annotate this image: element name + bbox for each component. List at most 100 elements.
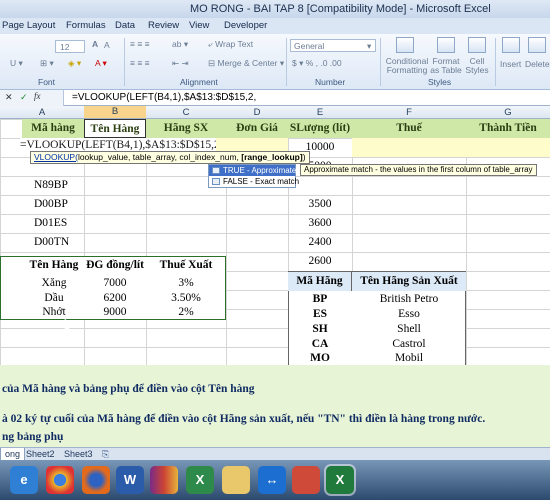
tooltip-function-name[interactable]: VLOOKUP( [34, 152, 78, 162]
cell-ma-hang[interactable]: N89BP [22, 176, 84, 195]
currency-icon[interactable]: $ ▾ % , .0 .00 [292, 58, 342, 69]
tab-formulas[interactable]: Formulas [66, 20, 106, 31]
orientation-icon[interactable]: ab ▾ [172, 39, 188, 50]
header-thue[interactable]: Thuế [352, 119, 466, 138]
autocomplete-item-false[interactable]: FALSE - Exact match [209, 176, 299, 187]
enter-icon[interactable]: ✓ [20, 92, 28, 103]
sheet-tab-sheet2[interactable]: Sheet2 [22, 448, 59, 460]
header-ten-hang[interactable]: Tên Hàng [84, 119, 146, 138]
instruction-line[interactable]: à 02 ký tự cuối của Mã hàng để điền vào … [2, 413, 485, 425]
ribbon-separator [380, 38, 381, 86]
folder-icon[interactable] [222, 466, 250, 494]
font-size-dropdown[interactable]: 12 [55, 40, 85, 53]
number-format-dropdown[interactable]: General ▾ [290, 39, 376, 52]
tab-data[interactable]: Data [115, 20, 135, 31]
tab-developer[interactable]: Developer [224, 20, 267, 31]
winrar-icon[interactable] [150, 466, 178, 494]
ribbon-separator [495, 38, 496, 86]
maker-header-ten-hang[interactable]: Tên Hãng Sản Xuất [352, 272, 466, 291]
instruction-line[interactable]: ng bảng phụ [2, 431, 63, 443]
sheet-tab-sheet3[interactable]: Sheet3 [60, 448, 97, 460]
column-header-f[interactable]: F [352, 107, 466, 118]
insert-button[interactable]: Insert [500, 59, 521, 69]
grow-font-icon[interactable]: A [92, 39, 98, 49]
lookup-cell[interactable]: 9000 [84, 303, 146, 322]
column-header-d[interactable]: D [226, 107, 288, 118]
firefox-icon[interactable] [82, 466, 110, 494]
wrap-text-button[interactable]: ⤶ Wrap Text [208, 39, 253, 50]
new-sheet-icon[interactable]: ⎘ [98, 448, 113, 460]
cell-so-luong[interactable]: 3600 [288, 214, 352, 233]
conditional-formatting-icon[interactable] [396, 37, 414, 53]
excel-alt-icon[interactable]: X [186, 466, 214, 494]
align-left-icon[interactable]: ≡ ≡ ≡ [130, 58, 150, 68]
cell-so-luong[interactable]: 2600 [288, 252, 352, 271]
app-icon[interactable] [292, 466, 320, 494]
indent-icon[interactable]: ⇤ ⇥ [172, 58, 189, 69]
header-so-luong[interactable]: SLượng (lít) [288, 119, 352, 138]
lookup-header-don-gia[interactable]: ĐG đồng/lít [84, 256, 146, 275]
lookup-header-thue-xuat[interactable]: Thuế Xuất [146, 256, 226, 275]
cell-thanh-tien[interactable] [466, 138, 550, 157]
instructions-area: của Mã hàng và bảng phụ để điền vào cột … [0, 365, 550, 447]
delete-cells-icon[interactable] [528, 37, 546, 53]
function-argument-tooltip: VLOOKUP(lookup_value, table_array, col_i… [30, 151, 310, 164]
cell-styles-icon[interactable] [468, 37, 486, 53]
cell-so-luong[interactable]: 3500 [288, 195, 352, 214]
header-hang-sx[interactable]: Hãng SX [146, 119, 226, 138]
cell-ma-hang[interactable]: D00BP [22, 195, 84, 214]
maker-name[interactable]: Mobil [352, 350, 466, 366]
instruction-line[interactable]: của Mã hàng và bảng phụ để điền vào cột … [2, 383, 255, 395]
format-as-table-icon[interactable] [437, 37, 455, 53]
number-format-value: General [294, 41, 325, 51]
autocomplete-item-true[interactable]: TRUE - Approximate match [209, 165, 320, 176]
align-top-icon[interactable]: ≡ ≡ ≡ [130, 39, 150, 49]
taskbar: e W X ↔ X [0, 460, 550, 500]
cell-styles-button[interactable]: Cell Styles [464, 57, 490, 75]
header-thanh-tien[interactable]: Thành Tiền [466, 119, 550, 138]
underline-icon[interactable]: U ▾ [10, 58, 23, 69]
cell-ma-hang[interactable]: D01ES [22, 214, 84, 233]
formula-input[interactable]: =VLOOKUP(LEFT(B4,1),$A$13:$D$15,2, [72, 92, 256, 103]
font-color-icon[interactable]: A ▾ [95, 58, 107, 69]
delete-button[interactable]: Delete [525, 59, 550, 69]
internet-explorer-icon[interactable]: e [10, 466, 38, 494]
maker-code[interactable]: MO [288, 350, 352, 366]
column-header-c[interactable]: C [146, 107, 226, 118]
tab-review[interactable]: Review [148, 20, 179, 31]
format-as-table-button[interactable]: Format as Table [430, 57, 462, 75]
chrome-icon[interactable] [46, 466, 74, 494]
header-don-gia[interactable]: Đơn Giá [226, 119, 288, 138]
column-header-a[interactable]: A [0, 107, 84, 118]
cell-ma-hang[interactable]: D00TN [22, 233, 84, 252]
group-font-label: Font [38, 77, 56, 87]
title-bar: MO RONG - BAI TAP 8 [Compatibility Mode]… [0, 0, 550, 18]
tab-view[interactable]: View [189, 20, 209, 31]
merge-center-button[interactable]: ⊟ Merge & Center ▾ [208, 58, 284, 69]
autocomplete-hint: Approximate match - the values in the fi… [300, 164, 537, 176]
column-header-b[interactable]: B [84, 106, 146, 118]
header-ma-hang[interactable]: Mã hàng [22, 119, 84, 138]
teamviewer-icon[interactable]: ↔ [258, 466, 286, 494]
borders-icon[interactable]: ⊞ ▾ [40, 58, 54, 69]
cell-so-luong[interactable]: 2400 [288, 233, 352, 252]
group-alignment-label: Alignment [180, 77, 218, 87]
tooltip-close: ) [302, 152, 306, 162]
word-icon[interactable]: W [116, 466, 144, 494]
cell-thue[interactable] [352, 138, 466, 157]
insert-function-icon[interactable]: fx [34, 91, 41, 101]
cancel-icon[interactable]: ✕ [5, 92, 13, 103]
fill-color-icon[interactable]: ◈ ▾ [68, 58, 81, 69]
ribbon-separator [124, 38, 125, 86]
maker-header-ma-hang[interactable]: Mã Hãng [288, 272, 352, 291]
tab-page-layout[interactable]: Page Layout [2, 20, 55, 31]
lookup-cell[interactable]: 2% [146, 303, 226, 322]
ribbon-separator [286, 38, 287, 86]
group-number-label: Number [315, 77, 346, 87]
column-header-e[interactable]: E [288, 107, 352, 118]
insert-cells-icon[interactable] [502, 37, 520, 53]
column-header-g[interactable]: G [466, 107, 550, 118]
conditional-formatting-button[interactable]: Conditional Formatting [384, 57, 430, 75]
excel-icon[interactable]: X [326, 466, 354, 494]
shrink-font-icon[interactable]: A [104, 40, 110, 50]
